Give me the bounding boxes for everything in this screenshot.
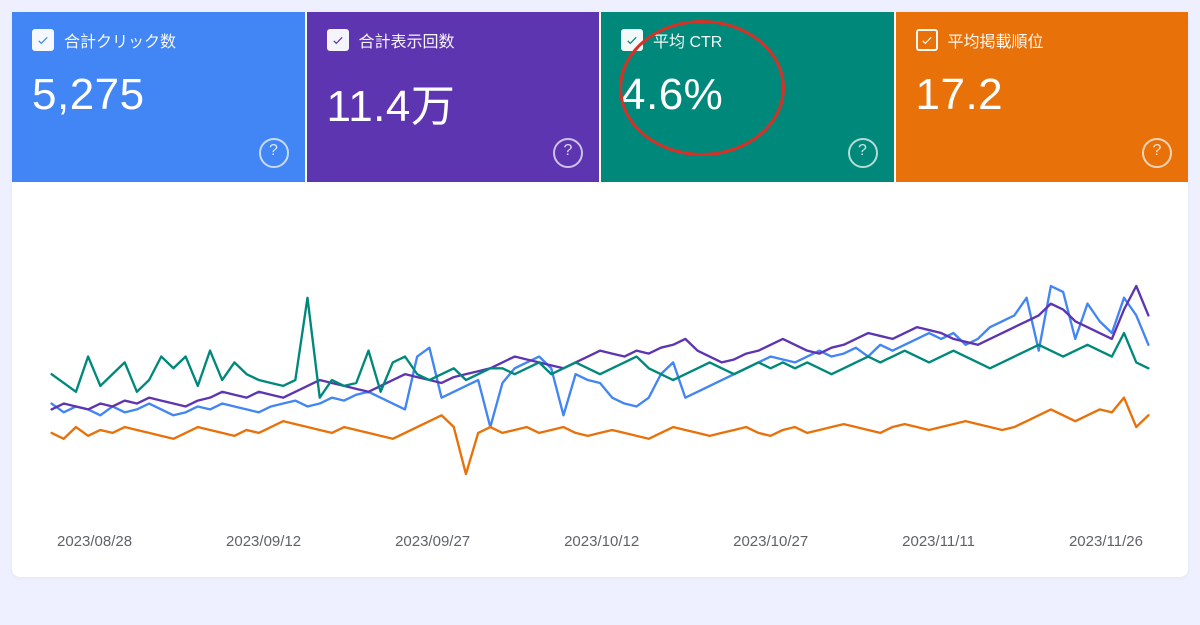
checkbox-checked-icon[interactable] [621, 29, 643, 51]
series-position [52, 398, 1149, 474]
metric-tiles: 合計クリック数 5,275 ? 合計表示回数 11.4万 ? [12, 12, 1188, 182]
x-tick: 2023/09/27 [395, 533, 470, 550]
checkbox-checked-icon[interactable] [327, 29, 349, 51]
tile-clicks[interactable]: 合計クリック数 5,275 ? [12, 12, 305, 182]
x-tick: 2023/08/28 [57, 533, 132, 550]
tile-ctr-value: 4.6% [621, 70, 874, 120]
help-icon[interactable]: ? [1142, 138, 1172, 168]
tile-impressions-label: 合計表示回数 [359, 28, 455, 52]
tile-ctr-label: 平均 CTR [653, 28, 722, 52]
tile-impressions-head: 合計表示回数 [327, 28, 580, 52]
tile-position-value: 17.2 [916, 70, 1169, 120]
tile-impressions[interactable]: 合計表示回数 11.4万 ? [307, 12, 600, 182]
x-tick: 2023/10/27 [733, 533, 808, 550]
checkbox-checked-icon[interactable] [916, 29, 938, 51]
x-tick: 2023/09/12 [226, 533, 301, 550]
line-chart [32, 192, 1168, 525]
checkbox-checked-icon[interactable] [32, 29, 54, 51]
x-tick: 2023/11/11 [902, 533, 975, 550]
series-impressions [52, 286, 1149, 409]
tile-impressions-value: 11.4万 [327, 70, 580, 134]
tile-ctr[interactable]: 平均 CTR 4.6% ? [601, 12, 894, 182]
tile-clicks-label: 合計クリック数 [64, 28, 176, 52]
performance-card: 合計クリック数 5,275 ? 合計表示回数 11.4万 ? [12, 12, 1188, 577]
tile-position-label: 平均掲載順位 [948, 28, 1044, 52]
x-axis-ticks: 2023/08/28 2023/09/12 2023/09/27 2023/10… [32, 525, 1168, 568]
chart-area: 2023/08/28 2023/09/12 2023/09/27 2023/10… [12, 182, 1188, 577]
x-tick: 2023/11/26 [1069, 533, 1143, 550]
help-icon[interactable]: ? [848, 138, 878, 168]
tile-position-head: 平均掲載順位 [916, 28, 1169, 52]
tile-position[interactable]: 平均掲載順位 17.2 ? [896, 12, 1189, 182]
x-tick: 2023/10/12 [564, 533, 639, 550]
tile-clicks-head: 合計クリック数 [32, 28, 285, 52]
tile-ctr-head: 平均 CTR [621, 28, 874, 52]
tile-clicks-value: 5,275 [32, 70, 285, 120]
help-icon[interactable]: ? [259, 138, 289, 168]
series-clicks [52, 286, 1149, 427]
help-icon[interactable]: ? [553, 138, 583, 168]
